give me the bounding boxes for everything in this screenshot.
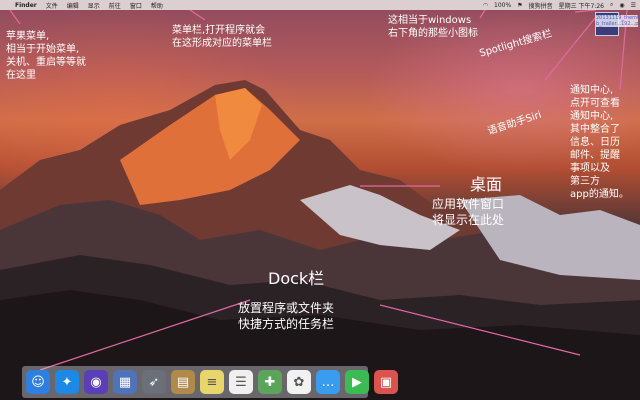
- menu-bar: Finder 文件 编辑 显示 前往 窗口 帮助 ◠ 100% ⚑ 搜狗拼音 星…: [0, 0, 640, 10]
- flag-icon[interactable]: ⚑: [517, 2, 522, 9]
- dock-title: Dock栏: [268, 269, 325, 288]
- reminders-icon[interactable]: ☰: [229, 370, 253, 394]
- menu-view[interactable]: 显示: [88, 1, 100, 10]
- dock-description: 放置程序或文件夹 快捷方式的任务栏: [238, 301, 335, 331]
- battery-level[interactable]: 100%: [494, 2, 511, 9]
- clock[interactable]: 星期三 下午7:26: [559, 1, 604, 10]
- calendar-icon[interactable]: ▣: [374, 370, 398, 394]
- siri-icon[interactable]: ◉: [619, 2, 624, 9]
- wifi-icon[interactable]: ◠: [483, 2, 488, 9]
- tray-annotation: 这相当于windows 右下角的那些小图标: [388, 15, 478, 39]
- list-icon[interactable]: ☰: [631, 2, 636, 9]
- siri-icon[interactable]: ◉: [84, 370, 108, 394]
- notes-icon[interactable]: ≡: [200, 370, 224, 394]
- menu-file[interactable]: 文件: [46, 1, 58, 10]
- messages-icon[interactable]: …: [316, 370, 340, 394]
- desktop-title: 桌面: [470, 175, 503, 194]
- search-icon[interactable]: ⌕: [610, 1, 613, 9]
- photo-viewer-icon[interactable]: ▦: [113, 370, 137, 394]
- menu-window[interactable]: 窗口: [130, 1, 142, 10]
- safari-icon[interactable]: ✦: [55, 370, 79, 394]
- notification-annotation: 通知中心, 点开可查看 通知中心, 其中整合了 信息、日历 邮件、提醒 事项以及…: [570, 85, 629, 200]
- apple-menu-annotation: 苹果菜单, 相当于开始菜单, 关机、重启等等就 在这里: [6, 31, 86, 81]
- file-name-label[interactable]: 20131119_themtjo b_trailer...192...p4: [596, 15, 640, 27]
- desktop-description: 应用软件窗口 将显示在此处: [432, 197, 505, 227]
- menu-app-name[interactable]: Finder: [15, 2, 37, 9]
- finder-icon[interactable]: ☺: [26, 370, 50, 394]
- menu-help[interactable]: 帮助: [151, 1, 163, 10]
- launchpad-icon[interactable]: ➶: [142, 370, 166, 394]
- facetime-icon[interactable]: ▶: [345, 370, 369, 394]
- notes-book-icon[interactable]: ▤: [171, 370, 195, 394]
- menu-edit[interactable]: 编辑: [67, 1, 79, 10]
- dock: ☺ ✦ ◉ ▦ ➶ ▤ ≡ ☰ ✚ ✿… ▶ ▣: [22, 366, 398, 398]
- menu-go[interactable]: 前往: [109, 1, 121, 10]
- input-method[interactable]: 搜狗拼音: [529, 1, 553, 10]
- photos-icon[interactable]: ✿: [287, 370, 311, 394]
- mountain-illustration: [0, 9, 640, 400]
- menubar-annotation: 菜单栏,打开程序就会 在这形成对应的菜单栏: [172, 25, 272, 49]
- maps-icon[interactable]: ✚: [258, 370, 282, 394]
